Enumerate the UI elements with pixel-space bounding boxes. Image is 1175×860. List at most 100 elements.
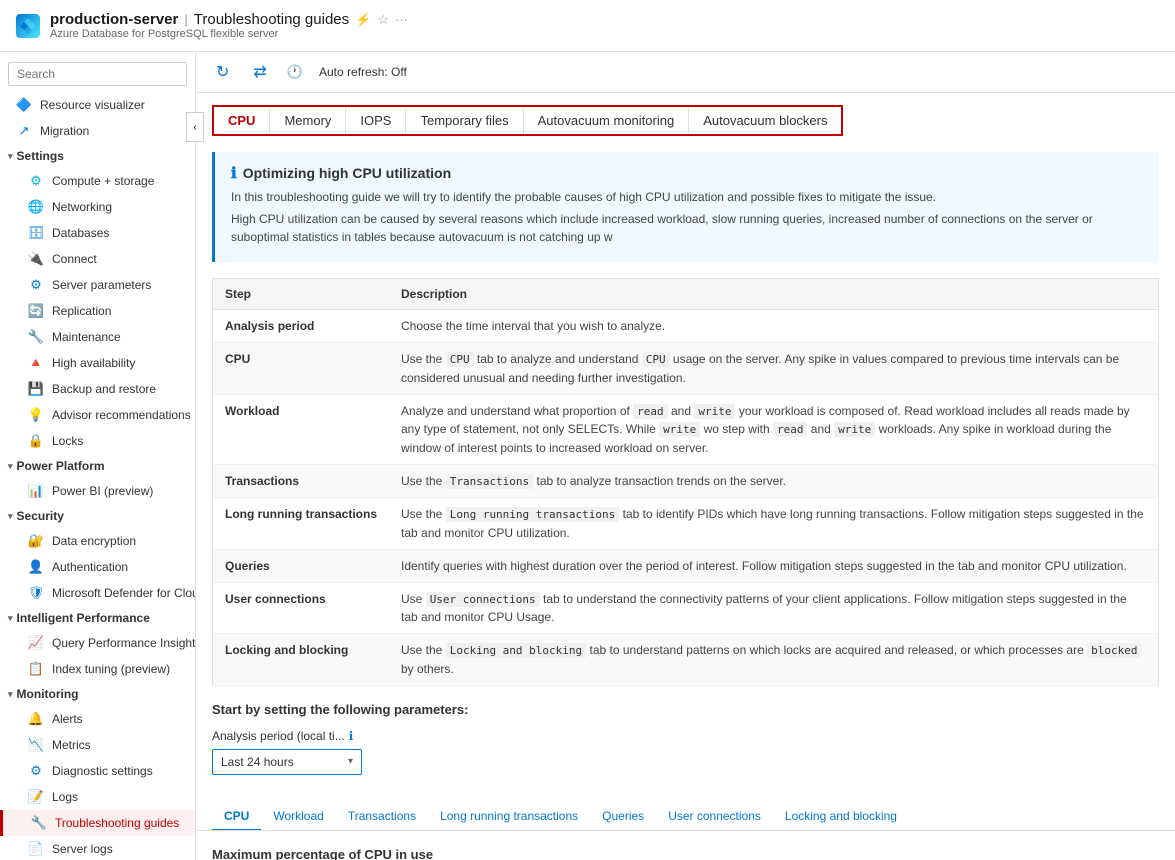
sidebar-section-power-platform[interactable]: ▾Power Platform bbox=[0, 454, 195, 478]
tab-autovacuum-monitoring[interactable]: Autovacuum monitoring bbox=[524, 107, 690, 134]
sidebar-item-diagnostic-settings[interactable]: ⚙ Diagnostic settings bbox=[0, 758, 195, 784]
sec-tab-transactions[interactable]: Transactions bbox=[336, 803, 428, 831]
icon-databases: 🗄 bbox=[28, 225, 44, 241]
label-connect: Connect bbox=[52, 252, 97, 266]
params-title: Start by setting the following parameter… bbox=[212, 702, 1159, 717]
sidebar-section-monitoring[interactable]: ▾Monitoring bbox=[0, 682, 195, 706]
sidebar-item-resource-visualizer[interactable]: 🔷 Resource visualizer bbox=[0, 92, 195, 118]
icon-server-logs: 📄 bbox=[28, 841, 44, 857]
auto-refresh-label: Auto refresh: Off bbox=[319, 65, 407, 79]
icon-replication: 🔄 bbox=[28, 303, 44, 319]
content-area: ↻ ⇄ 🕐 Auto refresh: Off CPU Memory IOPS … bbox=[196, 52, 1175, 860]
sidebar-section-intelligent-performance[interactable]: ▾Intelligent Performance bbox=[0, 606, 195, 630]
sidebar-section-settings[interactable]: ▾Settings bbox=[0, 144, 195, 168]
label-compute-storage: Compute + storage bbox=[52, 174, 154, 188]
sidebar-item-metrics[interactable]: 📉 Metrics bbox=[0, 732, 195, 758]
step-name: Queries bbox=[213, 549, 390, 582]
lightning-icon[interactable]: ⚡ bbox=[355, 12, 371, 28]
label-high-availability: High availability bbox=[52, 356, 135, 370]
label-server-logs: Server logs bbox=[52, 842, 113, 856]
sync-button[interactable]: ⇄ bbox=[249, 60, 270, 84]
label-diagnostic-settings: Diagnostic settings bbox=[52, 764, 153, 778]
step-name: Long running transactions bbox=[213, 498, 390, 550]
label-alerts: Alerts bbox=[52, 712, 83, 726]
step-desc: Use User connections tab to understand t… bbox=[389, 582, 1159, 634]
sidebar-item-migration[interactable]: ↗ Migration bbox=[0, 118, 195, 144]
sec-tab-user-connections[interactable]: User connections bbox=[656, 803, 773, 831]
sec-tab-long-running[interactable]: Long running transactions bbox=[428, 803, 590, 831]
step-desc: Analyze and understand what proportion o… bbox=[389, 394, 1159, 464]
chart-section: Maximum percentage of CPU in use 5.5% 5%… bbox=[196, 831, 1175, 860]
sidebar-item-troubleshooting-guides[interactable]: 🔧 Troubleshooting guides bbox=[0, 810, 195, 836]
label-power-bi: Power BI (preview) bbox=[52, 484, 153, 498]
label-maintenance: Maintenance bbox=[52, 330, 121, 344]
sidebar-section-security[interactable]: ▾Security bbox=[0, 504, 195, 528]
sidebar-item-power-bi[interactable]: 📊 Power BI (preview) bbox=[0, 478, 195, 504]
star-icon[interactable]: ☆ bbox=[377, 12, 389, 28]
collapse-arrow: ▾ bbox=[8, 461, 13, 472]
step-name: Workload bbox=[213, 394, 390, 464]
step-desc: Choose the time interval that you wish t… bbox=[389, 310, 1159, 343]
icon-query-performance: 📈 bbox=[28, 635, 44, 651]
step-name: Transactions bbox=[213, 464, 390, 498]
sidebar-item-locks[interactable]: 🔒 Locks bbox=[0, 428, 195, 454]
main-tab-bar: CPU Memory IOPS Temporary files Autovacu… bbox=[212, 105, 843, 136]
sidebar-item-query-performance[interactable]: 📈 Query Performance Insight bbox=[0, 630, 195, 656]
sec-tab-workload[interactable]: Workload bbox=[261, 803, 335, 831]
tab-memory[interactable]: Memory bbox=[270, 107, 346, 134]
sec-tab-queries[interactable]: Queries bbox=[590, 803, 656, 831]
sidebar-item-alerts[interactable]: 🔔 Alerts bbox=[0, 706, 195, 732]
icon-migration: ↗ bbox=[16, 123, 32, 139]
tab-autovacuum-blockers[interactable]: Autovacuum blockers bbox=[689, 107, 841, 134]
sidebar-item-databases[interactable]: 🗄 Databases bbox=[0, 220, 195, 246]
sidebar-item-maintenance[interactable]: 🔧 Maintenance bbox=[0, 324, 195, 350]
analysis-period-select[interactable]: Last 24 hours ▾ bbox=[212, 749, 362, 775]
sidebar-item-data-encryption[interactable]: 🔐 Data encryption bbox=[0, 528, 195, 554]
info-section: ℹ Optimizing high CPU utilization In thi… bbox=[212, 152, 1159, 262]
sidebar-collapse-button[interactable]: ‹ bbox=[186, 112, 204, 142]
sidebar-item-backup-restore[interactable]: 💾 Backup and restore bbox=[0, 376, 195, 402]
icon-logs: 📝 bbox=[28, 789, 44, 805]
table-row: Transactions Use the Transactions tab to… bbox=[213, 464, 1159, 498]
sidebar-item-index-tuning[interactable]: 📋 Index tuning (preview) bbox=[0, 656, 195, 682]
breadcrumb-sep: | bbox=[184, 12, 187, 27]
label-server-parameters: Server parameters bbox=[52, 278, 151, 292]
sec-tab-cpu[interactable]: CPU bbox=[212, 803, 261, 831]
sidebar-item-replication[interactable]: 🔄 Replication bbox=[0, 298, 195, 324]
sync-icon: ⇄ bbox=[253, 62, 266, 82]
info-circle-icon: ℹ bbox=[349, 729, 354, 743]
sidebar-item-compute-storage[interactable]: ⚙ Compute + storage bbox=[0, 168, 195, 194]
sidebar-item-authentication[interactable]: 👤 Authentication bbox=[0, 554, 195, 580]
icon-data-encryption: 🔐 bbox=[28, 533, 44, 549]
label-data-encryption: Data encryption bbox=[52, 534, 136, 548]
tab-temp-files[interactable]: Temporary files bbox=[406, 107, 523, 134]
label-databases: Databases bbox=[52, 226, 109, 240]
sidebar-item-advisor-recommendations[interactable]: 💡 Advisor recommendations bbox=[0, 402, 195, 428]
icon-connect: 🔌 bbox=[28, 251, 44, 267]
info-title: ℹ Optimizing high CPU utilization bbox=[231, 164, 1143, 182]
search-input[interactable] bbox=[8, 62, 187, 86]
sidebar-item-server-parameters[interactable]: ⚙ Server parameters bbox=[0, 272, 195, 298]
sidebar-item-server-logs[interactable]: 📄 Server logs bbox=[0, 836, 195, 860]
tab-iops[interactable]: IOPS bbox=[346, 107, 406, 134]
collapse-arrow: ▾ bbox=[8, 613, 13, 624]
collapse-arrow: ▾ bbox=[8, 151, 13, 162]
sidebar-item-high-availability[interactable]: 🔺 High availability bbox=[0, 350, 195, 376]
sidebar-item-connect[interactable]: 🔌 Connect bbox=[0, 246, 195, 272]
more-icon[interactable]: ··· bbox=[395, 12, 408, 27]
label-index-tuning: Index tuning (preview) bbox=[52, 662, 170, 676]
sidebar-item-logs[interactable]: 📝 Logs bbox=[0, 784, 195, 810]
icon-compute-storage: ⚙ bbox=[28, 173, 44, 189]
icon-power-bi: 📊 bbox=[28, 483, 44, 499]
collapse-arrow: ▾ bbox=[8, 511, 13, 522]
icon-resource-visualizer: 🔷 bbox=[16, 97, 32, 113]
sec-tab-locking[interactable]: Locking and blocking bbox=[773, 803, 909, 831]
sidebar-item-networking[interactable]: 🌐 Networking bbox=[0, 194, 195, 220]
step-desc: Use the Locking and blocking tab to unde… bbox=[389, 634, 1159, 686]
sidebar-item-microsoft-defender[interactable]: 🛡 Microsoft Defender for Cloud bbox=[0, 580, 195, 606]
info-icon: ℹ bbox=[231, 164, 237, 182]
tab-cpu[interactable]: CPU bbox=[214, 107, 270, 134]
collapse-arrow: ▾ bbox=[8, 689, 13, 700]
icon-metrics: 📉 bbox=[28, 737, 44, 753]
refresh-button[interactable]: ↻ bbox=[212, 60, 233, 84]
